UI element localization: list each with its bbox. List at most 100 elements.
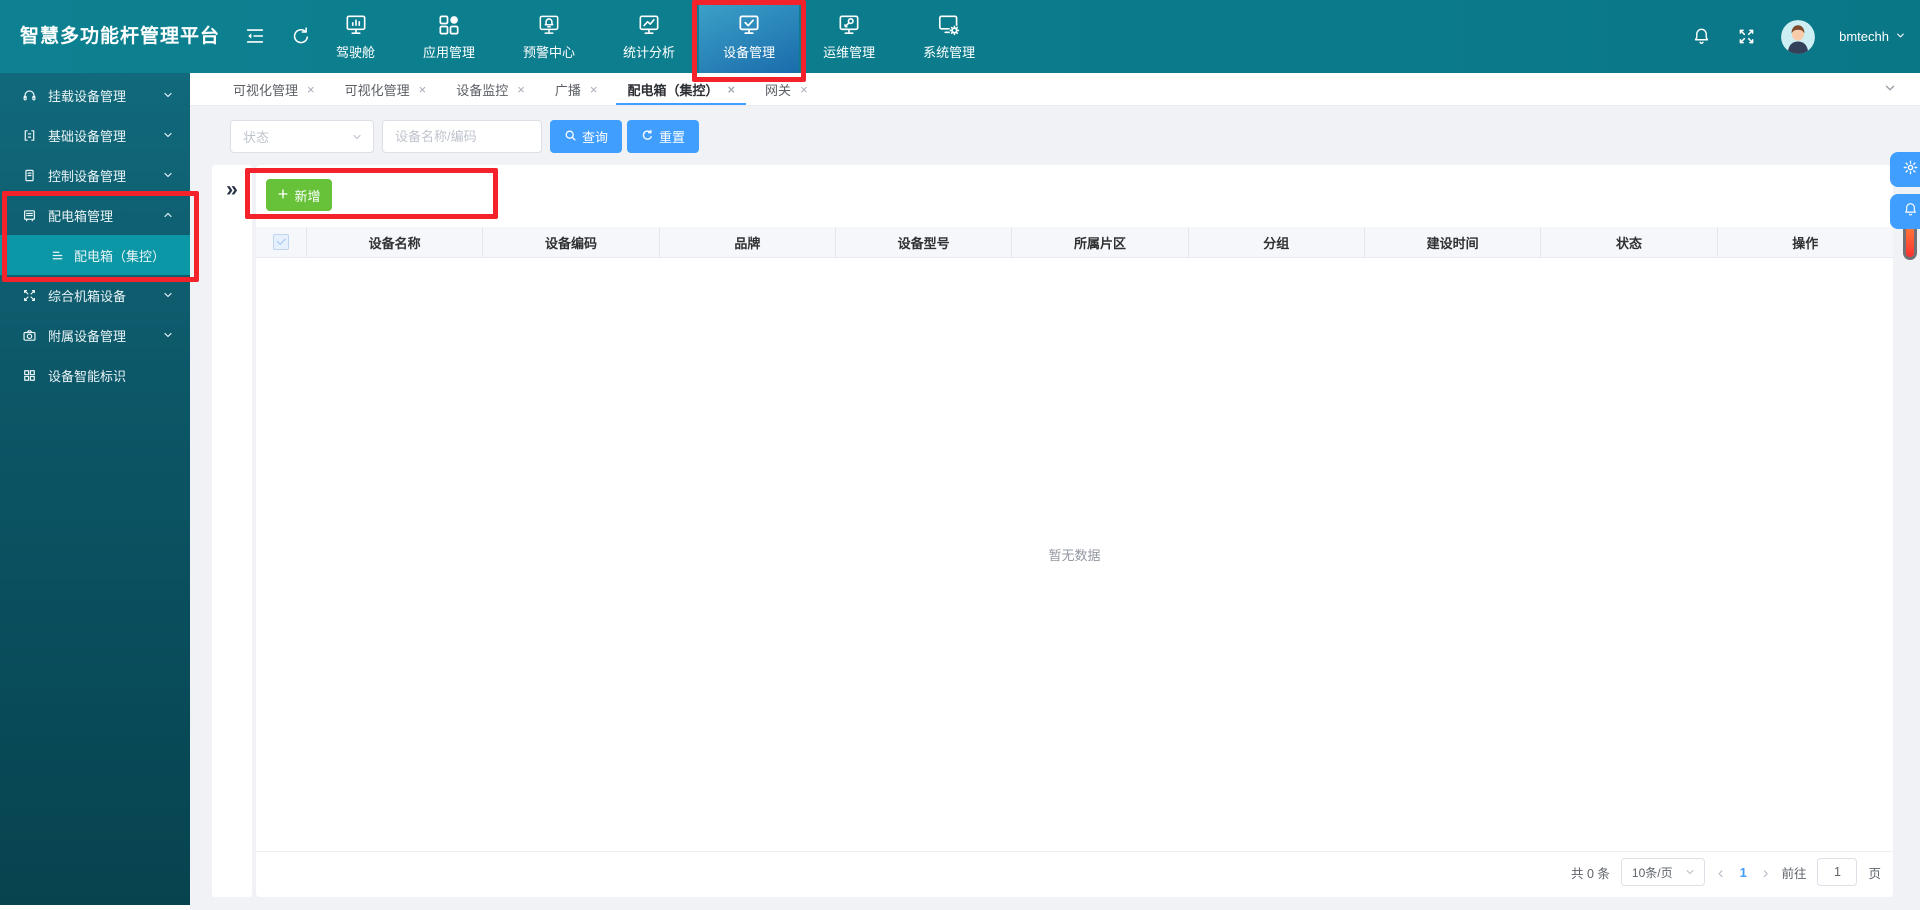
table-header-cell-品牌[interactable]: 品牌 xyxy=(660,227,836,257)
table-header-cell-设备名称[interactable]: 设备名称 xyxy=(307,227,483,257)
close-tab-icon[interactable]: × xyxy=(307,82,315,97)
tab-label: 可视化管理 xyxy=(233,80,298,99)
sidebar-item-附属设备管理[interactable]: 附属设备管理 xyxy=(0,315,190,355)
operations-icon xyxy=(836,12,862,38)
tab-可视化管理[interactable]: 可视化管理× xyxy=(330,73,442,105)
sidebar-item-配电箱管理[interactable]: 配电箱管理 xyxy=(0,195,190,235)
status-select[interactable]: 状态 xyxy=(230,120,374,153)
sidebar-item-挂载设备管理[interactable]: 挂载设备管理 xyxy=(0,75,190,115)
sidebar-subitem-label: 配电箱（集控） xyxy=(74,246,190,265)
table-empty-body: 暂无数据 xyxy=(256,258,1893,852)
search-icon xyxy=(564,129,577,145)
nav-item-运维管理[interactable]: 运维管理 xyxy=(799,0,899,73)
username: bmtechh xyxy=(1839,29,1889,44)
chevron-down-icon xyxy=(1895,29,1906,44)
page-unit-label: 页 xyxy=(1868,863,1881,882)
plus-icon xyxy=(277,188,289,203)
status-select-placeholder: 状态 xyxy=(243,127,269,146)
fullscreen-icon[interactable] xyxy=(1736,26,1757,47)
table-header-row: 设备名称 设备编码品牌 设备型号 所属片区 分组 建设时间 状态操作 xyxy=(256,227,1893,258)
table-header-cell-所属片区[interactable]: 所属片区 xyxy=(1012,227,1188,257)
basic-device-icon xyxy=(22,128,37,143)
goto-label: 前往 xyxy=(1781,863,1806,882)
sidebar-subitem-配电箱（集控）[interactable]: 配电箱（集控） xyxy=(0,235,190,275)
close-tab-icon[interactable]: × xyxy=(517,82,525,97)
table-header-label: 设备型号 xyxy=(898,233,950,252)
tab-list-chevron-down-icon[interactable] xyxy=(1883,81,1897,95)
current-page[interactable]: 1 xyxy=(1737,865,1750,880)
tab-设备监控[interactable]: 设备监控× xyxy=(441,73,540,105)
tab-可视化管理[interactable]: 可视化管理 × xyxy=(218,73,330,105)
table-header-cell-设备编码[interactable]: 设备编码 xyxy=(483,227,659,257)
chevron-down-icon xyxy=(162,89,174,101)
integrated-cabinet-icon xyxy=(22,288,37,303)
table-header-checkbox-cell xyxy=(256,227,307,257)
sidebar-item-设备智能标识[interactable]: 设备智能标识 xyxy=(0,355,190,395)
select-all-checkbox[interactable] xyxy=(273,234,289,250)
gear-icon xyxy=(1902,159,1919,181)
topbar-right: bmtechh xyxy=(1691,0,1906,73)
close-tab-icon[interactable]: × xyxy=(727,82,735,97)
table-header-label: 设备名称 xyxy=(369,233,421,252)
notification-bell-icon[interactable] xyxy=(1691,26,1712,47)
page-size-select[interactable]: 10条/页 xyxy=(1621,858,1705,886)
sidebar-item-控制设备管理[interactable]: 控制设备管理 xyxy=(0,155,190,195)
control-device-icon xyxy=(22,168,37,183)
mounted-device-icon xyxy=(22,88,37,103)
nav-item-系统管理[interactable]: 系统管理 xyxy=(899,0,999,73)
nav-item-应用管理[interactable]: 应用管理 xyxy=(399,0,499,73)
close-tab-icon[interactable]: × xyxy=(800,82,808,97)
table-header-label: 建设时间 xyxy=(1427,233,1479,252)
nav-item-设备管理[interactable]: 设备管理 xyxy=(699,0,799,73)
sidebar-item-综合机箱设备[interactable]: 综合机箱设备 xyxy=(0,275,190,315)
tab-广播[interactable]: 广播× xyxy=(540,73,613,105)
sidebar-item-label: 设备智能标识 xyxy=(48,366,174,385)
pagination-total: 共 0 条 xyxy=(1571,863,1610,882)
keyword-input[interactable] xyxy=(382,120,542,153)
reset-button[interactable]: 重置 xyxy=(627,120,699,153)
table-header-cell-设备型号[interactable]: 设备型号 xyxy=(836,227,1012,257)
top-navigation: 驾驶舱应用管理预警中心统计分析 设备管理运维管理系统管理 xyxy=(312,0,999,73)
tab-配电箱（集控）[interactable]: 配电箱（集控）× xyxy=(612,73,750,105)
close-tab-icon[interactable]: × xyxy=(419,82,427,97)
collapse-toggle-icon[interactable]: » xyxy=(226,165,238,200)
reset-icon xyxy=(641,129,654,145)
table-card: 新增 设备名称 设备编码品牌 设备型号 所属片区 分组 建设时间 状态操作 暂无数据 共 0… xyxy=(256,165,1893,897)
refresh-icon[interactable] xyxy=(290,25,312,47)
query-button[interactable]: 查询 xyxy=(550,120,622,153)
nav-item-label: 统计分析 xyxy=(623,42,675,61)
sidebar-item-label: 控制设备管理 xyxy=(48,166,151,185)
menu-fold-icon[interactable] xyxy=(244,25,266,47)
table-header-label: 所属片区 xyxy=(1074,233,1126,252)
floating-settings-button[interactable] xyxy=(1890,152,1920,187)
user-menu[interactable]: bmtechh xyxy=(1839,29,1906,44)
top-bar: 智慧多功能杆管理平台 驾驶舱应用管理预警中心统计分析设备管理运维管理系统管理 b… xyxy=(0,0,1920,73)
nav-item-预警中心[interactable]: 预警中心 xyxy=(499,0,599,73)
nav-item-统计分析[interactable]: 统计分析 xyxy=(599,0,699,73)
prev-page-button[interactable]: ‹ xyxy=(1716,864,1726,881)
attached-device-icon xyxy=(22,328,37,343)
chevron-down-icon xyxy=(1684,866,1696,878)
sidebar-item-label: 附属设备管理 xyxy=(48,326,151,345)
chevron-up-icon xyxy=(162,209,174,221)
goto-page-input[interactable] xyxy=(1817,858,1857,886)
table-header-cell-分组[interactable]: 分组 xyxy=(1189,227,1365,257)
collapse-panel-strip: » xyxy=(212,165,252,897)
device-management-icon xyxy=(736,12,762,38)
apps-icon xyxy=(436,12,462,38)
sidebar-item-label: 配电箱管理 xyxy=(48,206,151,225)
add-button[interactable]: 新增 xyxy=(266,179,332,211)
sidebar-item-基础设备管理[interactable]: 基础设备管理 xyxy=(0,115,190,155)
avatar[interactable] xyxy=(1781,20,1815,54)
table-header-cell-状态[interactable]: 状态 xyxy=(1541,227,1717,257)
nav-item-驾驶舱[interactable]: 驾驶舱 xyxy=(312,0,399,73)
table-header-cell-操作[interactable]: 操作 xyxy=(1718,227,1893,257)
next-page-button[interactable]: › xyxy=(1761,864,1771,881)
chevron-down-icon xyxy=(162,169,174,181)
system-icon xyxy=(936,12,962,38)
tab-网关[interactable]: 网关× xyxy=(750,73,823,105)
table-header-cell-建设时间[interactable]: 建设时间 xyxy=(1365,227,1541,257)
bell-icon xyxy=(1902,201,1919,223)
floating-notification-button[interactable] xyxy=(1890,194,1920,229)
close-tab-icon[interactable]: × xyxy=(590,82,598,97)
